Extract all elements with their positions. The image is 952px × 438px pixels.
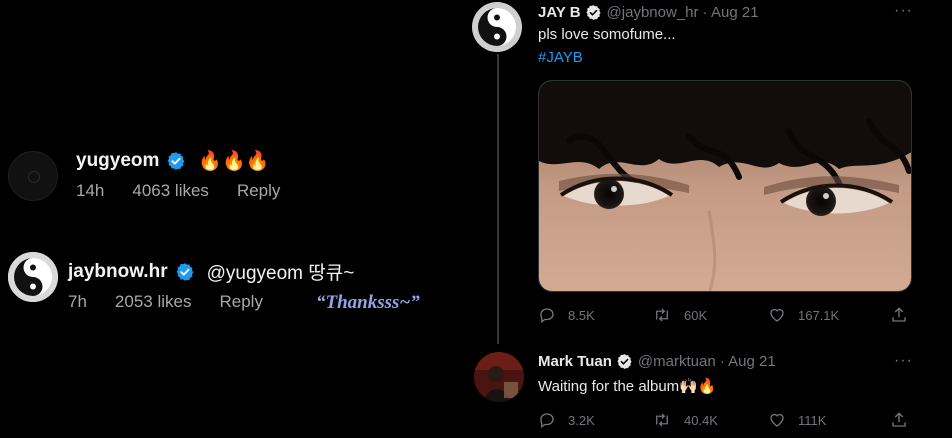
reply-count: 8.5K [568,307,595,323]
tweet-text: pls love somofume... [538,26,676,43]
display-name[interactable]: JAY B [538,4,581,21]
share-icon [892,412,906,427]
reply-count: 3.2K [568,412,595,428]
display-name[interactable]: Mark Tuan [538,353,612,370]
twitter-thread-panel: JAY B @jaybnow_hr · Aug 21 ··· pls love … [466,0,952,438]
reply-button[interactable]: Reply [219,292,262,312]
comment-time: 7h [68,292,87,311]
comment-header-jaybnow: jaybnow.hr @yugyeom 땅큐~ [68,258,354,285]
like-count: 167.1K [798,307,840,323]
verified-badge-icon [168,152,185,170]
like-button[interactable]: 167.1K [768,306,839,324]
handle-and-time[interactable]: @marktuan · Aug 21 [638,353,776,370]
avatar-jayb[interactable] [472,2,522,52]
comment-likes[interactable]: 4063 likes [132,181,209,201]
share-button[interactable] [890,411,920,429]
thread-connector [497,54,499,344]
profile-photo [474,352,524,402]
verified-badge-icon [617,354,632,369]
comment-text: @yugyeom 땅큐~ [206,263,355,284]
reply-button[interactable]: 3.2K [538,411,595,429]
handle-and-time[interactable]: @jaybnow_hr · Aug 21 [607,4,759,21]
retweet-icon [656,308,668,322]
comment-username[interactable]: jaybnow.hr [68,261,168,283]
instagram-comments-panel: yugyeom 🔥🔥🔥 14h 4063 likes Reply jaybnow… [0,0,466,438]
more-icon[interactable]: ··· [894,352,913,370]
reply-icon [540,308,554,324]
comment-meta: 14h 4063 likes Reply [76,181,308,201]
retweet-button[interactable]: 60K [652,306,707,324]
retweet-icon [656,413,668,427]
comment-meta: 7h 2053 likes Reply [68,292,291,312]
yin-yang-icon [8,252,58,302]
comment-header-yugyeom: yugyeom 🔥🔥🔥 [76,149,269,173]
like-button[interactable]: 111K [768,411,826,429]
reply-button[interactable]: Reply [237,181,280,201]
hashtag-link[interactable]: #JAYB [538,49,583,66]
verified-badge-icon [585,5,601,20]
tweet-text: Waiting for the album🙌🏻🔥 [538,378,717,395]
translation-annotation: “Thanksss~” [316,292,420,313]
like-count: 111K [798,412,827,428]
tweet-header-marktuan: Mark Tuan @marktuan · Aug 21 [538,353,776,370]
avatar-yugyeom[interactable] [8,151,58,201]
yin-yang-icon [472,2,522,52]
retweet-button[interactable]: 40.4K [652,411,718,429]
photo-eyes-closeup [539,81,911,291]
comment-time: 14h [76,181,105,200]
reply-icon [540,413,554,429]
verified-badge-icon [176,262,193,281]
retweet-count: 40.4K [684,412,718,428]
tweet-photo[interactable] [538,80,912,292]
comment-text: 🔥🔥🔥 [198,151,270,172]
comment-likes[interactable]: 2053 likes [115,292,192,312]
comment-username[interactable]: yugyeom [76,150,159,172]
reply-button[interactable]: 8.5K [538,306,595,324]
share-button[interactable] [890,306,920,324]
share-icon [892,307,906,322]
tweet-header-jayb: JAY B @jaybnow_hr · Aug 21 [538,4,759,21]
tweet-actions: 8.5K 60K 167.1K [538,306,918,328]
more-icon[interactable]: ··· [894,2,913,20]
tweet-actions: 3.2K 40.4K 111K [538,411,918,433]
like-icon [770,413,784,427]
like-icon [770,308,784,322]
avatar-marktuan[interactable] [474,352,524,402]
avatar-jaybnow[interactable] [8,252,58,302]
retweet-count: 60K [684,307,708,323]
